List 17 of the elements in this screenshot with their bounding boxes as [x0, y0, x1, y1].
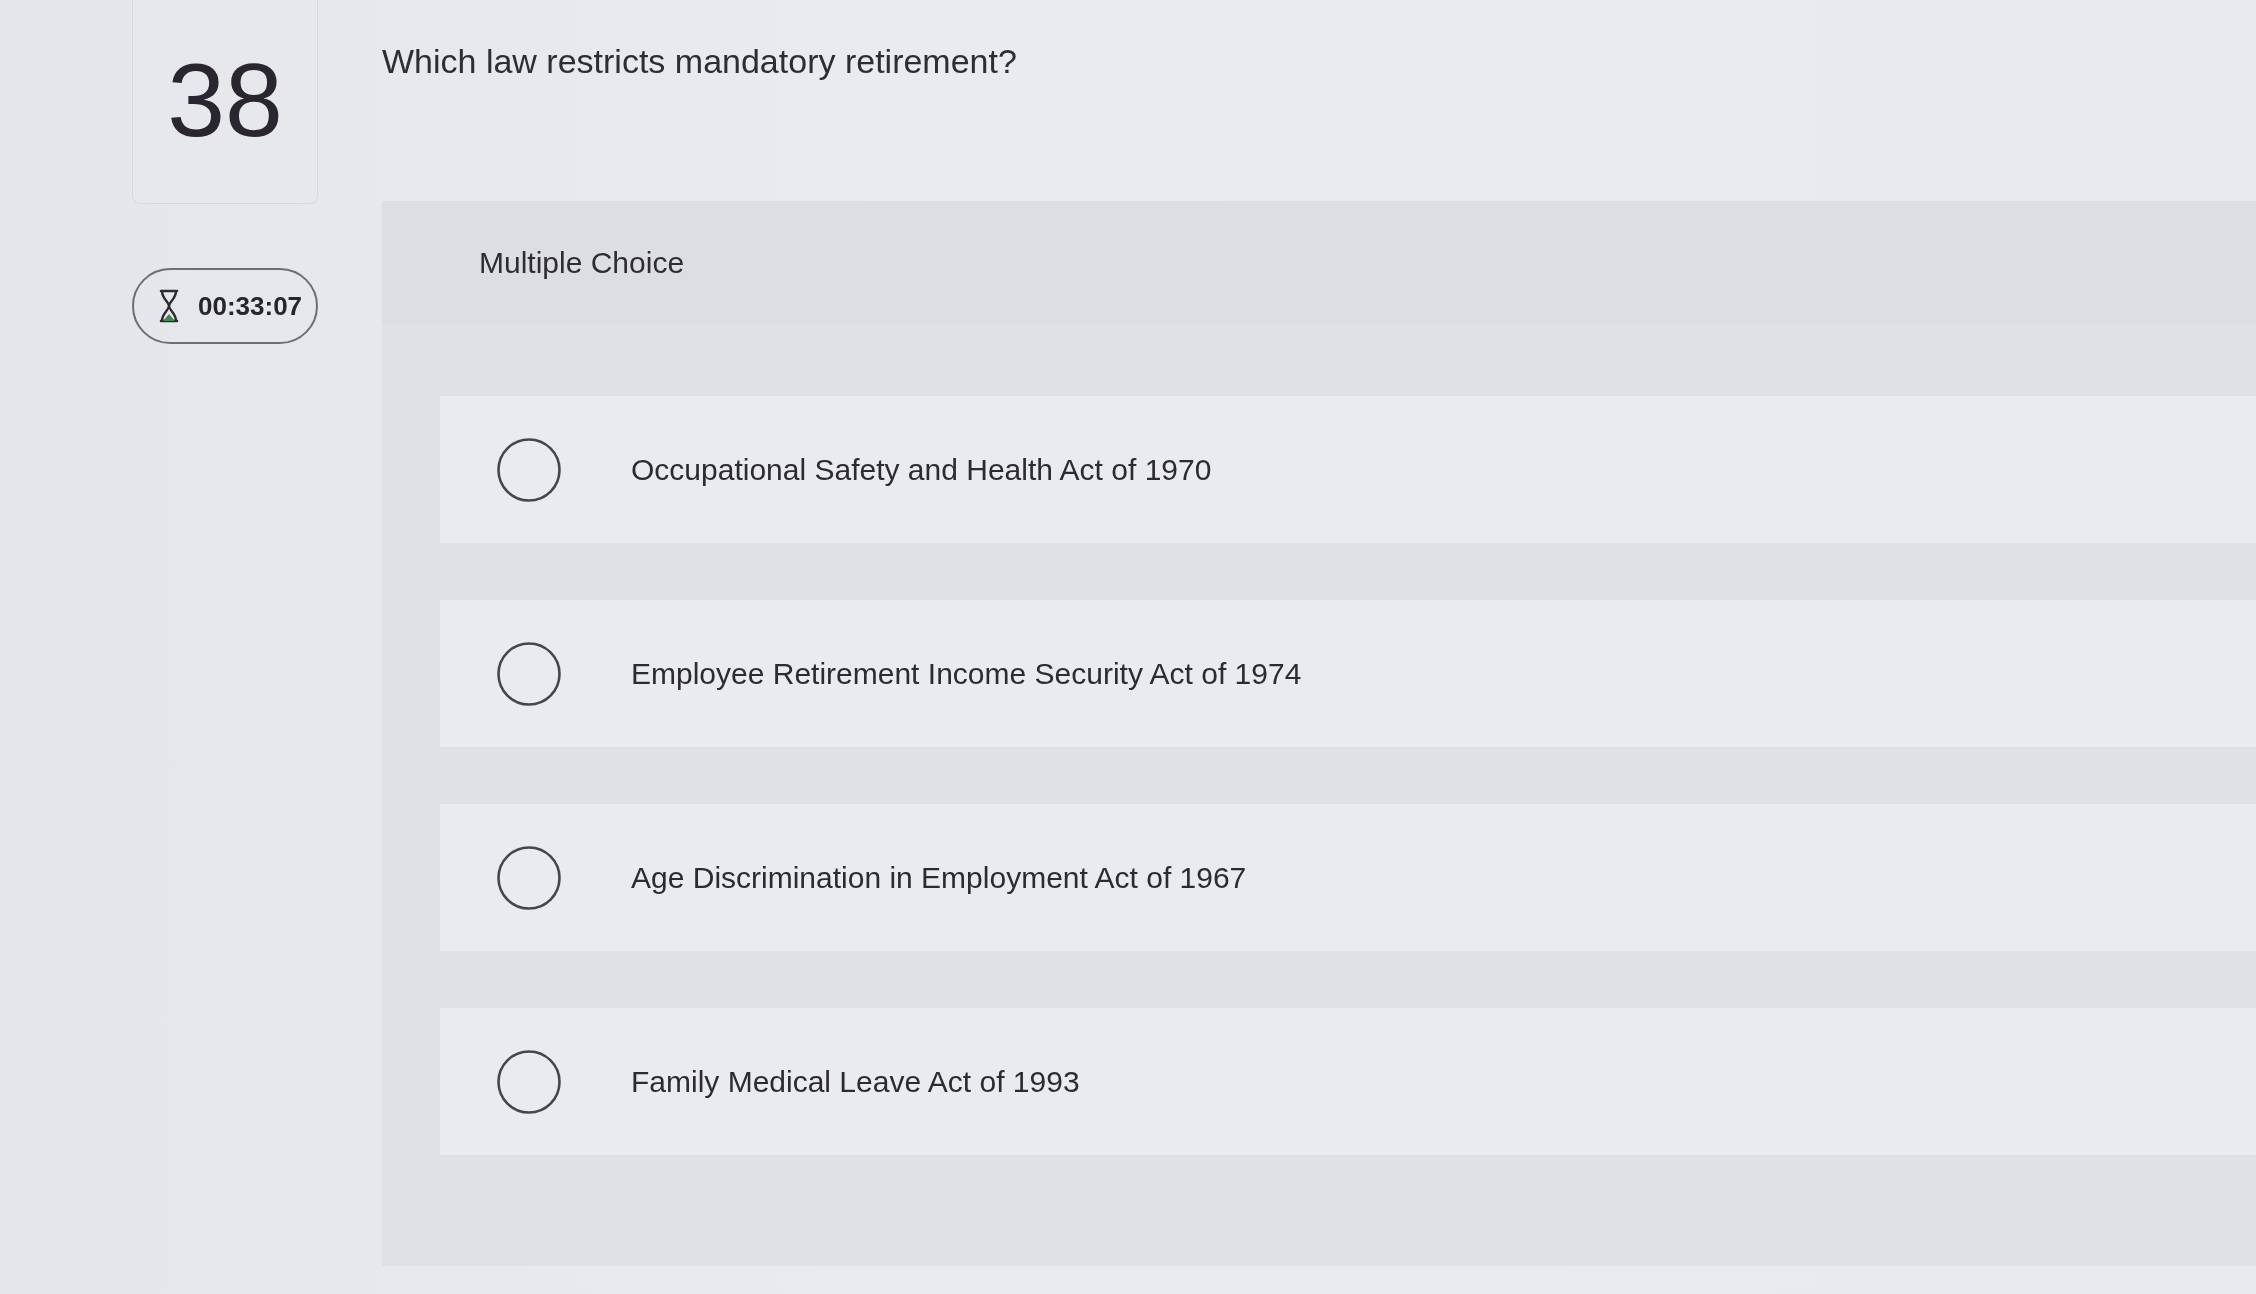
answer-option[interactable]: Occupational Safety and Health Act of 1970: [440, 396, 2256, 543]
radio-button[interactable]: [497, 845, 561, 910]
answer-option[interactable]: Employee Retirement Income Security Act of 1974: [440, 600, 2256, 747]
radio-button[interactable]: [497, 1049, 561, 1114]
option-label: Age Discrimination in Employment Act of 1967: [631, 860, 1247, 895]
option-label: Employee Retirement Income Security Act of 1974: [631, 656, 1302, 691]
question-number: 38: [167, 47, 283, 152]
question-type-label: Multiple Choice: [479, 245, 685, 280]
hourglass-icon: [158, 289, 180, 323]
answer-option[interactable]: Age Discrimination in Employment Act of 1967: [440, 804, 2256, 951]
timer-text: 00:33:07: [198, 290, 303, 322]
question-text: Which law restricts mandatory retirement?: [382, 42, 1017, 80]
radio-button[interactable]: [497, 641, 561, 706]
radio-button[interactable]: [497, 437, 561, 502]
option-label: Occupational Safety and Health Act of 1970: [631, 452, 1212, 487]
option-label: Family Medical Leave Act of 1993: [631, 1064, 1080, 1099]
answer-option[interactable]: Family Medical Leave Act of 1993: [440, 1008, 2256, 1155]
